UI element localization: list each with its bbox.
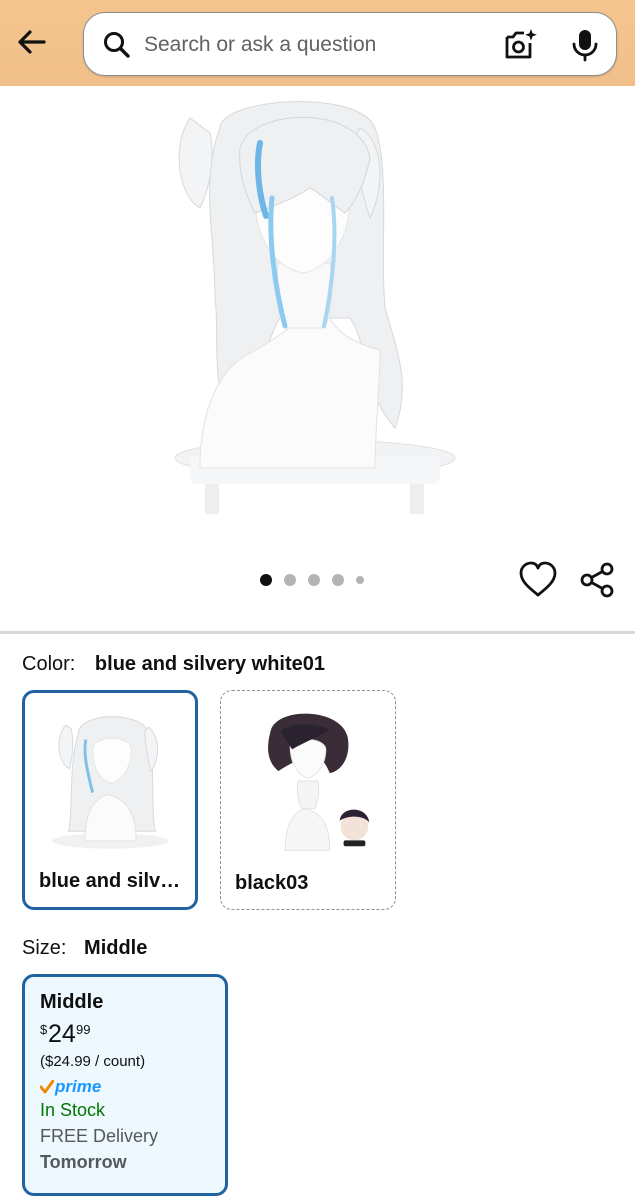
share-icon[interactable]: [578, 561, 616, 599]
unit-price: ($24.99 / count): [40, 1053, 146, 1070]
stock-status: In Stock: [40, 1100, 106, 1120]
prime-check-icon: [40, 1080, 54, 1094]
size-option-name: Middle: [40, 991, 104, 1013]
prime-label: prime: [55, 1077, 102, 1096]
image-carousel-indicator[interactable]: [260, 572, 376, 588]
color-option-label: blue and silvery white01: [39, 870, 184, 892]
search-icon: [104, 32, 130, 58]
size-selector-header: Size: Middle: [22, 937, 147, 960]
search-box[interactable]: [83, 12, 617, 76]
size-selected-value: Middle: [84, 937, 148, 959]
back-button[interactable]: [12, 22, 52, 62]
search-input[interactable]: [144, 31, 484, 59]
size-option-middle[interactable]: Middle $ 24 99 ($24.99 / count) prime In…: [22, 974, 228, 1196]
carousel-dot[interactable]: [332, 574, 344, 586]
microphone-icon[interactable]: [568, 27, 602, 63]
color-selected-value: blue and silvery white01: [94, 653, 326, 675]
carousel-dot[interactable]: [260, 574, 272, 586]
price-symbol: $: [40, 1022, 48, 1037]
color-selector-header: Color: blue and silvery white01: [22, 653, 325, 676]
arrow-left-icon: [18, 30, 46, 54]
swatch-image: [268, 713, 370, 851]
carousel-dot[interactable]: [284, 574, 296, 586]
swatch-image: [52, 716, 168, 849]
price: $ 24 99: [40, 1020, 225, 1050]
color-option-label: black03: [235, 872, 309, 894]
color-label: Color:: [22, 653, 76, 675]
camera-sparkle-icon[interactable]: [502, 27, 538, 63]
color-option-blue-silvery-white[interactable]: blue and silvery white01: [22, 690, 198, 910]
section-divider: [0, 631, 635, 634]
size-label: Size:: [22, 937, 67, 959]
delivery-text: FREE Delivery: [40, 1126, 159, 1146]
delivery-day: Tomorrow: [40, 1152, 127, 1172]
heart-icon[interactable]: [518, 561, 558, 599]
price-whole: 24: [48, 1020, 76, 1048]
color-option-black[interactable]: black03: [220, 690, 396, 910]
carousel-dot[interactable]: [308, 574, 320, 586]
product-image[interactable]: [160, 88, 476, 518]
price-fraction: 99: [76, 1022, 91, 1037]
prime-badge: prime: [40, 1076, 225, 1098]
carousel-dot[interactable]: [356, 576, 364, 584]
top-search-bar: [0, 0, 635, 86]
